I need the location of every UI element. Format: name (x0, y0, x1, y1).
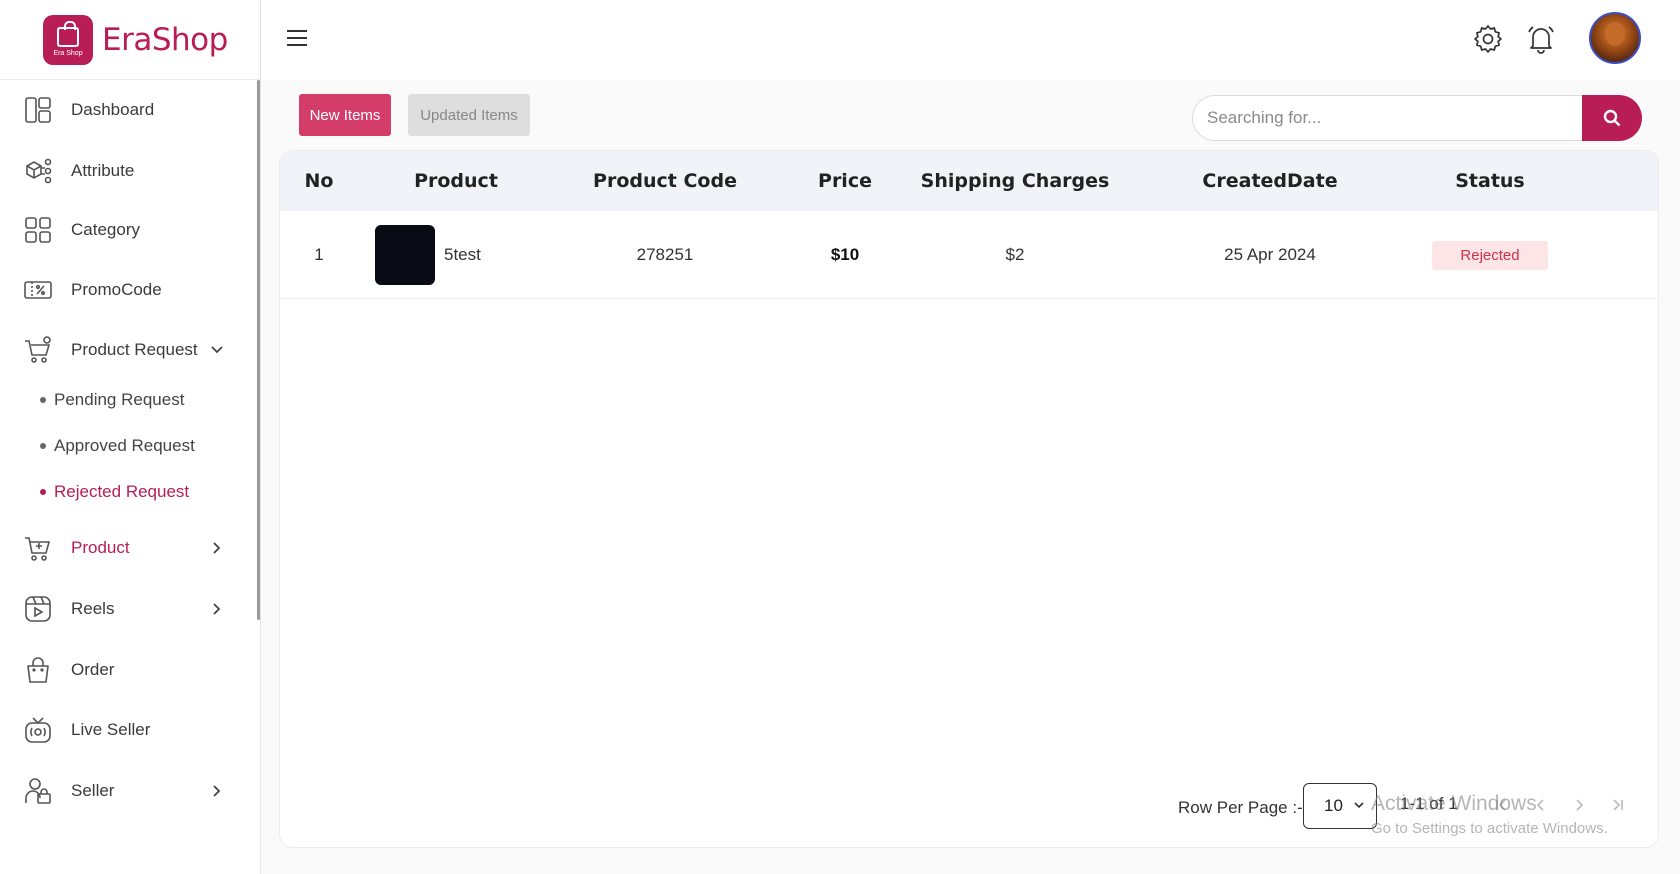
table-row[interactable]: 1 5test 278251 $10 $2 25 Apr 2024 Reject… (280, 211, 1658, 299)
column-header-status: Status (1455, 170, 1525, 192)
dashboard-icon (22, 94, 54, 126)
attribute-icon (22, 155, 54, 187)
cell-shipping: $2 (1005, 245, 1025, 264)
chevron-right-icon[interactable] (207, 781, 227, 801)
sidebar-item-label: Order (71, 660, 115, 679)
bullet-dot (40, 443, 46, 449)
sidebar-item-label: Product (71, 538, 130, 557)
user-avatar[interactable] (1589, 12, 1641, 64)
sidebar-item-label: Product Request (71, 340, 198, 359)
sidebar-subitem-label: Approved Request (54, 436, 195, 455)
sidebar-item-label: Attribute (71, 161, 135, 180)
top-header (261, 0, 1680, 80)
search-bar (1192, 95, 1642, 141)
column-header-no: No (304, 170, 334, 192)
cell-created-date: 25 Apr 2024 (1224, 245, 1316, 264)
column-header-price: Price (818, 170, 872, 192)
sidebar-item-reels[interactable]: Reels (0, 587, 257, 631)
bell-icon[interactable] (1524, 22, 1558, 56)
last-page-button[interactable] (1607, 794, 1629, 816)
cart-request-icon (22, 334, 54, 366)
chevron-right-icon (1576, 799, 1584, 811)
tab-updated-items[interactable]: Updated Items (408, 94, 530, 136)
sidebar-item-category[interactable]: Category (0, 208, 257, 252)
chevron-right-icon[interactable] (207, 599, 227, 619)
cart-add-icon (22, 532, 54, 564)
product-thumbnail (375, 225, 435, 285)
sidebar-subitem-rejected[interactable]: Rejected Request (40, 482, 189, 502)
shopping-bag-icon (57, 20, 79, 47)
column-header-shipping: Shipping Charges (920, 170, 1110, 192)
sidebar-item-dashboard[interactable]: Dashboard (0, 88, 257, 132)
sidebar-item-live-seller[interactable]: Live Seller (0, 708, 257, 752)
status-badge: Rejected (1432, 240, 1548, 270)
product-name: 5test (444, 245, 481, 264)
brand-logo: Era Shop (43, 14, 93, 65)
bullet-dot (40, 397, 46, 403)
cell-product: 5test (375, 211, 595, 299)
chevron-down-icon (1354, 802, 1364, 809)
sidebar-item-label: Seller (71, 781, 115, 800)
tab-new-items[interactable]: New Items (299, 94, 391, 136)
sidebar-item-label: Category (71, 220, 140, 239)
windows-activation-hint: Go to Settings to activate Windows. (1371, 820, 1608, 837)
rows-per-page-label: Row Per Page :- (1178, 798, 1303, 817)
next-page-button[interactable] (1568, 794, 1590, 816)
sidebar: Era Shop EraShop Dashboard Attribute Cat… (0, 0, 261, 874)
brand[interactable]: Era Shop EraShop (0, 0, 260, 80)
chevron-down-icon[interactable] (207, 340, 227, 360)
reels-icon (22, 593, 54, 625)
sidebar-item-label: Reels (71, 599, 115, 618)
bag-icon (22, 654, 54, 686)
sidebar-item-attribute[interactable]: Attribute (0, 149, 257, 193)
sidebar-item-order[interactable]: Order (0, 648, 257, 692)
brand-name: EraShop (102, 21, 228, 58)
seller-icon (22, 775, 54, 807)
sidebar-subitem-approved[interactable]: Approved Request (40, 436, 195, 456)
sidebar-item-product-request[interactable]: Product Request (0, 328, 257, 372)
bullet-dot (40, 489, 46, 495)
product-table: No Product Product Code Price Shipping C… (279, 150, 1659, 848)
column-header-product-code: Product Code (593, 170, 737, 192)
search-icon (1603, 109, 1621, 127)
cell-no: 1 (314, 245, 324, 264)
gear-icon[interactable] (1471, 22, 1505, 56)
cell-price: $10 (830, 245, 860, 264)
search-button[interactable] (1582, 95, 1642, 141)
sidebar-scrollbar[interactable] (257, 80, 260, 620)
main-content: New Items Updated Items No Product Produ… (261, 80, 1680, 874)
column-header-product: Product (414, 170, 498, 192)
sidebar-item-seller[interactable]: Seller (0, 769, 257, 813)
sidebar-item-promocode[interactable]: PromoCode (0, 268, 257, 312)
table-header: No Product Product Code Price Shipping C… (280, 151, 1658, 211)
brand-logo-text: Era Shop (53, 49, 83, 57)
search-input[interactable] (1192, 95, 1582, 141)
promocode-icon (22, 274, 54, 306)
cell-status: Rejected (1410, 211, 1570, 299)
rows-per-page-select[interactable]: 10 (1303, 783, 1377, 829)
sidebar-subitem-label: Rejected Request (54, 482, 190, 501)
column-header-created-date: CreatedDate (1202, 170, 1338, 192)
category-icon (22, 214, 54, 246)
windows-activation-watermark: Activate Windows (1371, 792, 1537, 815)
sidebar-item-label: Live Seller (71, 720, 151, 739)
sidebar-subitem-pending[interactable]: Pending Request (40, 390, 184, 410)
sidebar-item-label: Dashboard (71, 100, 155, 119)
sidebar-item-product[interactable]: Product (0, 526, 257, 570)
last-page-icon (1613, 799, 1623, 811)
chevron-right-icon[interactable] (207, 538, 227, 558)
sidebar-item-label: PromoCode (71, 280, 162, 299)
cell-product-code: 278251 (636, 245, 694, 264)
sidebar-subitem-label: Pending Request (54, 390, 185, 409)
rows-per-page-value: 10 (1324, 796, 1343, 815)
hamburger-icon[interactable] (287, 30, 307, 48)
tv-icon (22, 714, 54, 746)
